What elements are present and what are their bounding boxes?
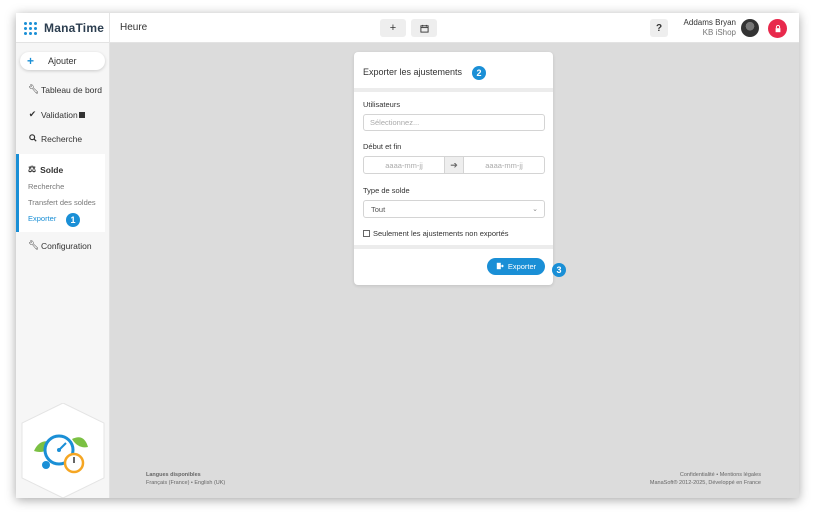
apps-grid-icon[interactable]: [24, 21, 37, 35]
sidebar-item-label: Validation: [41, 109, 78, 120]
export-button-label: Exporter: [507, 262, 537, 271]
export-button[interactable]: Exporter: [487, 258, 545, 275]
logout-icon: [775, 24, 780, 32]
solde-title: Solde: [40, 164, 64, 175]
step-badge-1: 1: [66, 213, 80, 227]
check-icon: ✔: [28, 109, 37, 119]
start-date-input[interactable]: aaaa-mm-jj: [364, 157, 444, 173]
sidebar-item-search[interactable]: Recherche: [28, 134, 82, 144]
sidebar-item-validation[interactable]: ✔ Validation: [28, 109, 85, 120]
type-label: Type de solde: [363, 186, 410, 195]
users-label: Utilisateurs: [363, 100, 401, 109]
step-badge-2: 2: [472, 66, 486, 80]
sidebar-item-label: Tableau de bord: [41, 84, 102, 95]
brand[interactable]: ManaTime: [16, 13, 110, 43]
wrench-icon: 🔧︎: [28, 84, 40, 94]
quick-actions: +: [380, 19, 437, 37]
unexported-only-checkbox[interactable]: [363, 230, 370, 237]
range-label: Début et fin: [363, 142, 402, 151]
sidebar-subitem-recherche[interactable]: Recherche: [28, 182, 64, 191]
balance-scale-icon: ⚖︎: [28, 164, 37, 174]
calendar-icon: [419, 24, 429, 33]
top-bar: ManaTime Heure + ? Addams Bryan KB iShop: [16, 13, 799, 43]
help-button[interactable]: ?: [650, 19, 668, 37]
add-button-label: Ajouter: [48, 56, 77, 66]
user-company: KB iShop: [702, 28, 736, 37]
brand-name: ManaTime: [44, 21, 105, 35]
chevron-down-icon: ⌄: [532, 206, 538, 213]
calendar-button[interactable]: [411, 19, 437, 37]
copyright: ManaSoft® 2012-2025, Développé en France: [649, 480, 761, 486]
end-date-input[interactable]: aaaa-mm-jj: [464, 157, 544, 173]
checkbox-label: Seulement les ajustements non exportés: [373, 229, 509, 238]
languages-list[interactable]: Français (France) • English (UK): [146, 479, 225, 487]
user-name: Addams Bryan: [683, 18, 736, 27]
sidebar-item-configuration[interactable]: 🔧︎ Configuration: [28, 240, 92, 251]
sidebar-item-label: Configuration: [41, 240, 92, 251]
panel-title: Exporter les ajustements: [363, 67, 463, 77]
arrow-right-icon: ➔: [444, 157, 464, 173]
manatime-hexagon-logo: [21, 403, 105, 498]
logout-button[interactable]: [768, 19, 787, 38]
plus-icon: +: [27, 54, 35, 68]
divider: [354, 245, 553, 249]
add-button[interactable]: + Ajouter: [20, 52, 105, 70]
sidebar-item-dashboard[interactable]: 🔧︎ Tableau de bord: [28, 84, 102, 95]
step-badge-3: 3: [552, 263, 566, 277]
file-export-icon: [496, 262, 504, 272]
sidebar: + Ajouter 🔧︎ Tableau de bord ✔ Validatio…: [16, 43, 110, 498]
avatar[interactable]: [741, 19, 759, 37]
export-adjustments-panel: Exporter les ajustements 2 Utilisateurs …: [354, 52, 566, 285]
balance-type-value: Tout: [371, 204, 386, 214]
languages-title: Langues disponibles: [146, 472, 201, 478]
add-entry-button[interactable]: +: [380, 19, 406, 37]
footer-legal: Confidentialité • Mentions légales ManaS…: [616, 471, 761, 487]
sidebar-item-solde[interactable]: ⚖︎ Solde: [28, 164, 63, 175]
solde-section: ⚖︎ Solde Recherche Transfert des soldes …: [16, 154, 105, 232]
unexported-only-option[interactable]: Seulement les ajustements non exportés: [363, 229, 509, 238]
sidebar-subitem-exporter[interactable]: Exporter: [28, 214, 56, 223]
sidebar-subitem-transfert[interactable]: Transfert des soldes: [28, 198, 96, 207]
users-select[interactable]: Sélectionnez...: [363, 114, 545, 131]
user-info[interactable]: Addams Bryan KB iShop: [676, 18, 736, 38]
legal-links[interactable]: Confidentialité • Mentions légales: [616, 471, 761, 479]
date-range: aaaa-mm-jj ➔ aaaa-mm-jj: [363, 156, 545, 174]
page-title: Heure: [120, 22, 148, 33]
external-link-icon: [78, 111, 85, 118]
search-icon: [28, 134, 37, 144]
footer-languages: Langues disponibles Français (France) • …: [146, 471, 225, 487]
sidebar-item-label: Recherche: [41, 134, 83, 144]
balance-type-select[interactable]: Tout ⌄: [363, 200, 545, 218]
wrench-icon: 🔧︎: [28, 240, 40, 250]
app-window: ManaTime Heure + ? Addams Bryan KB iShop: [16, 13, 799, 498]
divider: [354, 88, 553, 92]
